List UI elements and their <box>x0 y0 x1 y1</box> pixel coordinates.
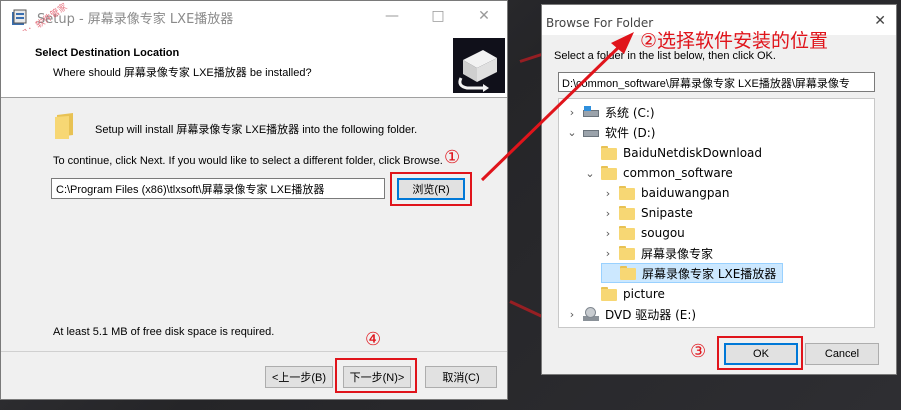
tree-item-sougou[interactable]: › sougou <box>601 223 685 243</box>
tree-item-d-drive[interactable]: ⌄ 软件 (D:) <box>565 122 655 142</box>
footer-divider <box>1 351 507 352</box>
folder-icon <box>619 246 635 260</box>
tree-item-baiduwangpan[interactable]: › baiduwangpan <box>601 183 730 203</box>
back-button[interactable]: <上一步(B) <box>265 366 333 388</box>
folder-icon <box>619 206 635 220</box>
maximize-button[interactable]: □ <box>415 1 461 31</box>
close-button[interactable]: ✕ <box>461 1 507 31</box>
tree-item-label: 屏幕录像专家 <box>641 246 714 261</box>
chevron-right-icon[interactable]: › <box>601 227 615 240</box>
browse-button[interactable]: 浏览(R) <box>397 178 465 200</box>
tree-item-label: sougou <box>641 226 685 240</box>
step4-marker: ④ <box>365 329 382 350</box>
folder-icon <box>601 166 617 180</box>
folder-icon <box>619 186 635 200</box>
tree-item-label: Snipaste <box>641 206 693 220</box>
tree-item-label: 系统 (C:) <box>605 105 655 120</box>
chevron-down-icon[interactable]: ⌄ <box>565 126 579 139</box>
chevron-right-icon[interactable]: › <box>565 106 579 119</box>
browse-title: Browse For Folder <box>546 16 654 30</box>
tree-item-snipaste[interactable]: › Snipaste <box>601 203 693 223</box>
tree-item-label: 屏幕录像专家 LXE播放器 <box>642 266 777 281</box>
tree-item-dvd-drive[interactable]: › DVD 驱动器 (E:) <box>565 304 696 324</box>
chevron-right-icon[interactable]: › <box>565 308 579 321</box>
tree-item-label: picture <box>623 287 665 301</box>
header-title: Select Destination Location <box>35 47 180 59</box>
tree-item-lxe-player-selected[interactable]: 屏幕录像专家 LXE播放器 <box>601 263 784 283</box>
browse-cancel-button[interactable]: Cancel <box>805 343 879 365</box>
setup-header: Select Destination Location Where should… <box>1 31 507 98</box>
destination-path-input[interactable]: C:\Program Files (x86)\tlxsoft\屏幕录像专家 LX… <box>51 178 385 199</box>
tree-item-label: common_software <box>623 166 733 180</box>
chevron-right-icon[interactable]: › <box>601 207 615 220</box>
tree-item-label: 软件 (D:) <box>605 125 656 140</box>
tree-item-c-drive[interactable]: › 系统 (C:) <box>565 102 655 122</box>
header-subtitle: Where should 屏幕录像专家 LXE播放器 be installed? <box>53 67 312 79</box>
folder-icon <box>620 266 636 280</box>
step1-marker: ① <box>444 147 461 168</box>
browse-folder-dialog: Browse For Folder ✕ Select a folder in t… <box>541 4 897 375</box>
tree-item-label: BaiduNetdiskDownload <box>623 146 763 160</box>
space-required-text: At least 5.1 MB of free disk space is re… <box>53 326 275 338</box>
installer-logo-icon <box>453 38 505 93</box>
folder-icon <box>601 146 617 160</box>
cancel-button[interactable]: 取消(C) <box>425 366 497 388</box>
selected-path-field[interactable]: D:\common_software\屏幕录像专家 LXE播放器\屏幕录像专 <box>558 72 875 92</box>
folder-tree[interactable]: › 系统 (C:) ⌄ 软件 (D:) BaiduNetdiskDownload… <box>558 98 875 328</box>
drive-icon <box>583 106 599 118</box>
ok-button[interactable]: OK <box>724 343 798 365</box>
setup-window: Setup - 屏幕录像专家 LXE播放器 — □ ✕ 公众号：软件管家 Sel… <box>0 0 508 400</box>
tree-item-common-software[interactable]: ⌄ common_software <box>583 163 733 183</box>
minimize-button[interactable]: — <box>369 1 415 31</box>
setup-titlebar: Setup - 屏幕录像专家 LXE播放器 — □ ✕ <box>1 1 507 31</box>
close-icon[interactable]: ✕ <box>874 13 886 29</box>
step2-annotation: ②选择软件安装的位置 <box>640 30 829 52</box>
tree-item-screen-recorder[interactable]: › 屏幕录像专家 <box>601 243 713 263</box>
step3-marker: ③ <box>690 341 707 362</box>
continue-instruction: To continue, click Next. If you would li… <box>53 155 443 167</box>
folder-icon <box>53 113 77 139</box>
folder-icon <box>601 287 617 301</box>
tree-item-picture[interactable]: picture <box>583 284 665 304</box>
drive-icon <box>583 126 599 138</box>
dvd-icon <box>583 307 599 321</box>
chevron-down-icon[interactable]: ⌄ <box>583 167 597 180</box>
install-description: Setup will install 屏幕录像专家 LXE播放器 into th… <box>95 124 418 136</box>
folder-icon <box>619 226 635 240</box>
chevron-right-icon[interactable]: › <box>601 247 615 260</box>
tree-item-baidunetdiskdownload[interactable]: BaiduNetdiskDownload <box>583 143 762 163</box>
chevron-right-icon[interactable]: › <box>601 187 615 200</box>
tree-item-label: DVD 驱动器 (E:) <box>605 307 697 322</box>
tree-item-label: baiduwangpan <box>641 186 730 200</box>
next-button[interactable]: 下一步(N)> <box>343 366 411 388</box>
